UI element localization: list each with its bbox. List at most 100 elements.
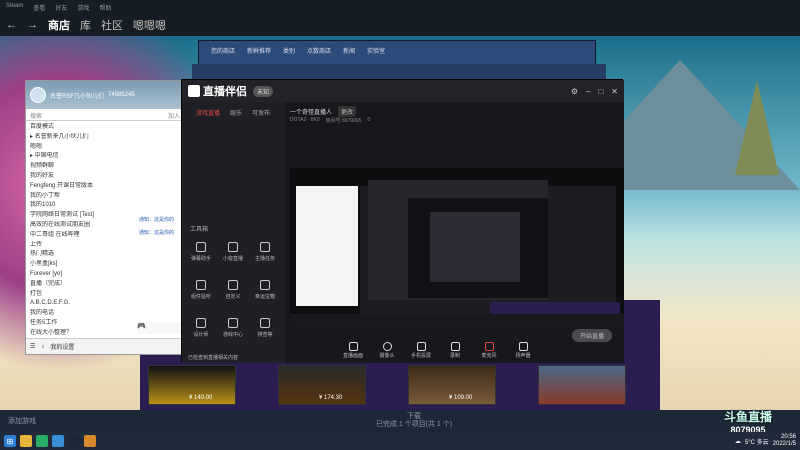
menu-games[interactable]: 游戏 — [77, 3, 89, 12]
room-id: 房间号 8079095 — [325, 118, 362, 124]
chat-line: 通知：这是你的 — [139, 230, 175, 236]
tool-danmaku[interactable]: 弹幕助手 — [188, 242, 214, 262]
status-badge[interactable]: 未知 — [253, 85, 274, 97]
start-live-button[interactable]: 开始直播 — [572, 329, 612, 342]
wechat-icon[interactable] — [36, 435, 48, 447]
room-meta: DOTA2 · 8K0 房间号 8079095 0 — [290, 117, 370, 124]
tab-your-store[interactable]: 您的商店 — [211, 46, 235, 55]
camera-button[interactable]: 摄像头 — [376, 342, 398, 359]
list-item[interactable]: 视频群聊 — [30, 162, 180, 172]
notice-text: 已检查到直播相关内容 — [188, 355, 239, 361]
screen-button[interactable]: 直播画面 — [342, 342, 364, 359]
minimize-icon[interactable]: – — [586, 87, 590, 96]
list-item[interactable]: 嗯嗯 — [30, 143, 180, 153]
game-tile[interactable]: ¥ 109.00 — [408, 365, 496, 405]
game-tile[interactable]: ¥ 140.00 — [148, 365, 236, 405]
gift-icon — [260, 280, 270, 290]
maximize-icon[interactable]: □ — [598, 87, 603, 96]
listen-icon — [196, 280, 206, 290]
tool-tasks[interactable]: 主播任务 — [252, 242, 278, 262]
steam-nav: ← → 商店 库 社区 嗯嗯嗯 — [0, 14, 800, 36]
weather-icon[interactable]: ☁ — [735, 438, 741, 445]
check-icon — [260, 318, 270, 328]
phone-cast-button[interactable]: 手机投屏 — [410, 342, 432, 359]
monitor-icon — [348, 342, 358, 351]
gear-icon[interactable]: ⚙ — [571, 87, 578, 96]
steam-bottom-bar: 添加游戏 下载 已完成 1 个项目(共 1 个) — [0, 410, 800, 432]
live-preview[interactable] — [290, 168, 624, 328]
list-item[interactable]: 我的好友 — [30, 172, 180, 182]
category[interactable]: DOTA2 · 8K0 — [290, 117, 320, 124]
tool-custom[interactable]: 自定义 — [220, 280, 246, 300]
tab-categories[interactable]: 类别 — [283, 46, 295, 55]
windows-start-icon[interactable]: ⊞ — [4, 435, 16, 447]
forward-arrow-icon[interactable]: → — [27, 19, 38, 31]
nav-store[interactable]: 商店 — [48, 17, 70, 33]
qq-bottom-bar: ☰ ♪ 我的设置 — [26, 338, 184, 354]
list-item[interactable]: ▸ 名誉新来几小伙儿们 — [30, 133, 180, 143]
menu-icon[interactable]: ☰ — [30, 343, 35, 350]
nav-community[interactable]: 社区 — [101, 17, 123, 33]
speaker-icon — [518, 342, 528, 351]
custom-icon — [228, 280, 238, 290]
tool-lucky-box[interactable]: 幸运宝箱 — [252, 280, 278, 300]
mic-button[interactable]: 麦克风 — [478, 342, 500, 359]
speaker-button[interactable]: 扬声器 — [512, 342, 534, 359]
game-tile[interactable] — [538, 365, 626, 405]
qq-search[interactable]: 搜索 加入 — [26, 109, 184, 121]
mic-icon — [484, 342, 494, 351]
back-arrow-icon[interactable]: ← — [6, 19, 17, 31]
avatar[interactable] — [30, 87, 46, 103]
room-title[interactable]: 一个奇怪直播人 — [290, 107, 332, 116]
tool-mini-live[interactable]: 小窗直播 — [220, 242, 246, 262]
background-steam-window: 您的商店 新鲜推荐 类别 点数商店 新闻 实验室 — [198, 40, 596, 65]
search-input[interactable]: 搜索 — [30, 111, 42, 120]
mic-icon[interactable]: ♪ — [41, 344, 44, 350]
nav-library[interactable]: 库 — [80, 17, 91, 33]
steam-icon[interactable] — [68, 435, 80, 447]
record-button[interactable]: 录制 — [444, 342, 466, 359]
app-logo: 直播伴侣 — [188, 83, 247, 99]
add-game-button[interactable]: 添加游戏 — [8, 416, 36, 426]
file-explorer-icon[interactable] — [20, 435, 32, 447]
tab-publish[interactable]: 可发布 — [252, 108, 270, 117]
chat-line: 通知：这是你的 — [139, 217, 175, 223]
tab-new[interactable]: 新鲜推荐 — [247, 46, 271, 55]
clock[interactable]: 20:56 2022/1/5 — [773, 434, 796, 448]
qq-number: 74585245 — [108, 92, 135, 98]
menu-help[interactable]: 帮助 — [99, 3, 111, 12]
menu-steam[interactable]: Steam — [6, 3, 23, 11]
menu-friends[interactable]: 好友 — [55, 3, 67, 12]
person-icon — [228, 242, 238, 252]
tool-troubleshoot[interactable]: 排查等 — [252, 318, 278, 338]
close-icon[interactable]: ✕ — [611, 87, 618, 96]
likes-count: 0 — [367, 117, 371, 123]
game-tile[interactable]: ¥ 174.30 — [278, 365, 366, 405]
chat-panel: 通知：这是你的 通知：这是你的 — [137, 210, 182, 320]
live-app-icon[interactable] — [84, 435, 96, 447]
gamepad-icon[interactable]: 🎮 — [137, 323, 146, 330]
game-icon — [228, 318, 238, 328]
nav-user[interactable]: 嗯嗯嗯 — [133, 17, 166, 33]
browser-icon[interactable] — [52, 435, 64, 447]
tab-points[interactable]: 点数商店 — [307, 46, 331, 55]
list-item[interactable]: 百度模式 — [30, 123, 180, 133]
downloads-status[interactable]: 下载 已完成 1 个项目(共 1 个) — [376, 413, 452, 429]
settings-label[interactable]: 我的设置 — [50, 342, 74, 351]
edit-button[interactable]: 更改 — [338, 106, 357, 117]
add-link[interactable]: 加入 — [168, 111, 180, 120]
weather-text[interactable]: 5°C 多云 — [745, 437, 769, 446]
tab-game-live[interactable]: 游戏直播 — [196, 108, 220, 117]
list-item[interactable]: ▸ 中国电信 — [30, 152, 180, 162]
list-item[interactable]: Fengfeng 开课日常版本 — [30, 182, 180, 192]
live-tabs: 游戏直播 娱乐 可发布 — [182, 102, 286, 123]
list-item[interactable]: 我的小丁帮 — [30, 192, 180, 202]
tab-news[interactable]: 新闻 — [343, 46, 355, 55]
tool-game-center[interactable]: 游戏中心 — [220, 318, 246, 338]
tool-designer[interactable]: 设计师 — [188, 318, 214, 338]
menu-view[interactable]: 查看 — [33, 3, 45, 12]
tab-entertainment[interactable]: 娱乐 — [230, 108, 242, 117]
tab-labs[interactable]: 实验室 — [367, 46, 385, 55]
tool-listen[interactable]: 组件监听 — [188, 280, 214, 300]
preview-recursion — [290, 168, 624, 328]
